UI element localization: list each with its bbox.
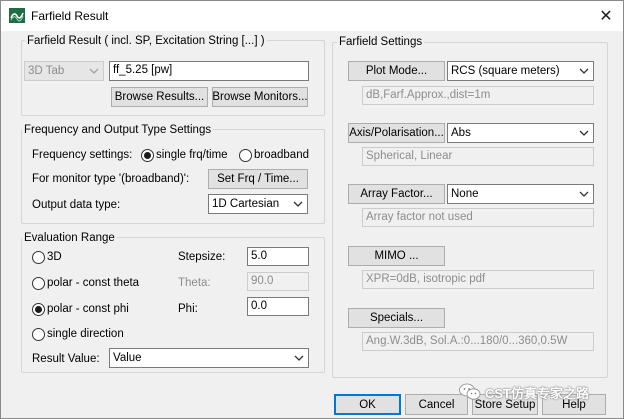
plot-mode-value: RCS (square meters) [451,65,560,77]
radio-3d[interactable] [32,251,45,264]
view-select[interactable]: 3D Tab [24,61,104,81]
chevron-down-icon [89,68,99,74]
stepsize-label: Stepsize: [178,251,226,263]
result-value-select[interactable]: Value [109,348,309,368]
farfield-result-group-title: Farfield Result ( incl. SP, Excitation S… [25,34,267,48]
axis-value: Abs [451,127,471,139]
set-frq-time-button[interactable]: Set Frq / Time... [208,169,308,189]
single-frq-radio[interactable] [141,149,154,162]
chevron-down-icon [579,68,589,74]
watermark-text: CST仿真专家之路 [485,385,590,401]
specials-info: Ang.W.3dB, Sol.A.:0...180/0...360,0.5W [362,332,594,351]
result-value-label: Result Value: [32,353,100,365]
plot-mode-info: dB,Farf.Approx.,dist=1m [362,86,594,105]
label-polar-const-theta[interactable]: polar - const theta [47,277,139,289]
theta-label: Theta: [178,277,211,289]
browse-results-button[interactable]: Browse Results... [111,87,208,107]
plot-mode-select[interactable]: RCS (square meters) [447,61,594,81]
array-factor-value: None [451,188,479,200]
wechat-icon [459,383,481,400]
chevron-down-icon [579,191,589,197]
result-value-value: Value [113,352,142,364]
chevron-down-icon [293,201,303,207]
label-polar-const-phi[interactable]: polar - const phi [47,303,129,315]
output-type-select[interactable]: 1D Cartesian [208,194,308,214]
output-type-value: 1D Cartesian [212,198,280,210]
farfield-result-dialog: Farfield Result ✕ Farfield Result ( incl… [0,0,624,419]
mimo-info: XPR=0dB, isotropic pdf [362,270,594,289]
monitor-type-label: For monitor type '(broadband)': [32,173,190,185]
theta-field[interactable]: 90.0 [247,272,309,291]
broadband-label[interactable]: broadband [254,149,309,161]
chevron-down-icon [579,130,589,136]
frequency-group-title: Frequency and Output Type Settings [22,123,214,137]
broadband-radio[interactable] [239,149,252,162]
label-single-direction[interactable]: single direction [47,328,124,340]
single-frq-label[interactable]: single frq/time [156,149,228,161]
radio-single-direction[interactable] [32,328,45,341]
array-factor-select[interactable]: None [447,184,594,204]
mimo-button[interactable]: MIMO ... [348,246,445,266]
array-factor-button[interactable]: Array Factor... [348,184,445,204]
title-bar: Farfield Result ✕ [1,1,623,31]
output-type-label: Output data type: [32,199,121,211]
close-icon: ✕ [599,8,613,25]
watermark: CST仿真专家之路 [459,381,624,403]
chevron-down-icon [294,355,304,361]
array-factor-info: Array factor not used [362,208,594,227]
radio-polar-const-theta[interactable] [32,277,45,290]
result-name-field[interactable]: ff_5.25 [pw] [109,61,309,81]
window-title: Farfield Result [31,9,109,23]
cst-app-icon [9,8,25,23]
phi-field[interactable]: 0.0 [247,297,309,316]
label-3d[interactable]: 3D [47,251,62,263]
stepsize-field[interactable]: 5.0 [247,247,309,266]
phi-label: Phi: [178,303,198,315]
browse-monitors-button[interactable]: Browse Monitors... [212,87,308,107]
ok-button[interactable]: OK [334,394,401,415]
plot-mode-button[interactable]: Plot Mode... [348,61,445,81]
evaluation-range-title: Evaluation Range [22,231,117,245]
axis-polarisation-button[interactable]: Axis/Polarisation... [348,123,445,143]
view-select-value: 3D Tab [28,65,65,77]
specials-button[interactable]: Specials... [348,308,445,328]
close-button[interactable]: ✕ [589,1,623,31]
radio-polar-const-phi[interactable] [32,303,45,316]
axis-info: Spherical, Linear [362,147,594,166]
frequency-settings-label: Frequency settings: [32,149,133,161]
farfield-settings-title: Farfield Settings [337,35,425,49]
axis-select[interactable]: Abs [447,123,594,143]
